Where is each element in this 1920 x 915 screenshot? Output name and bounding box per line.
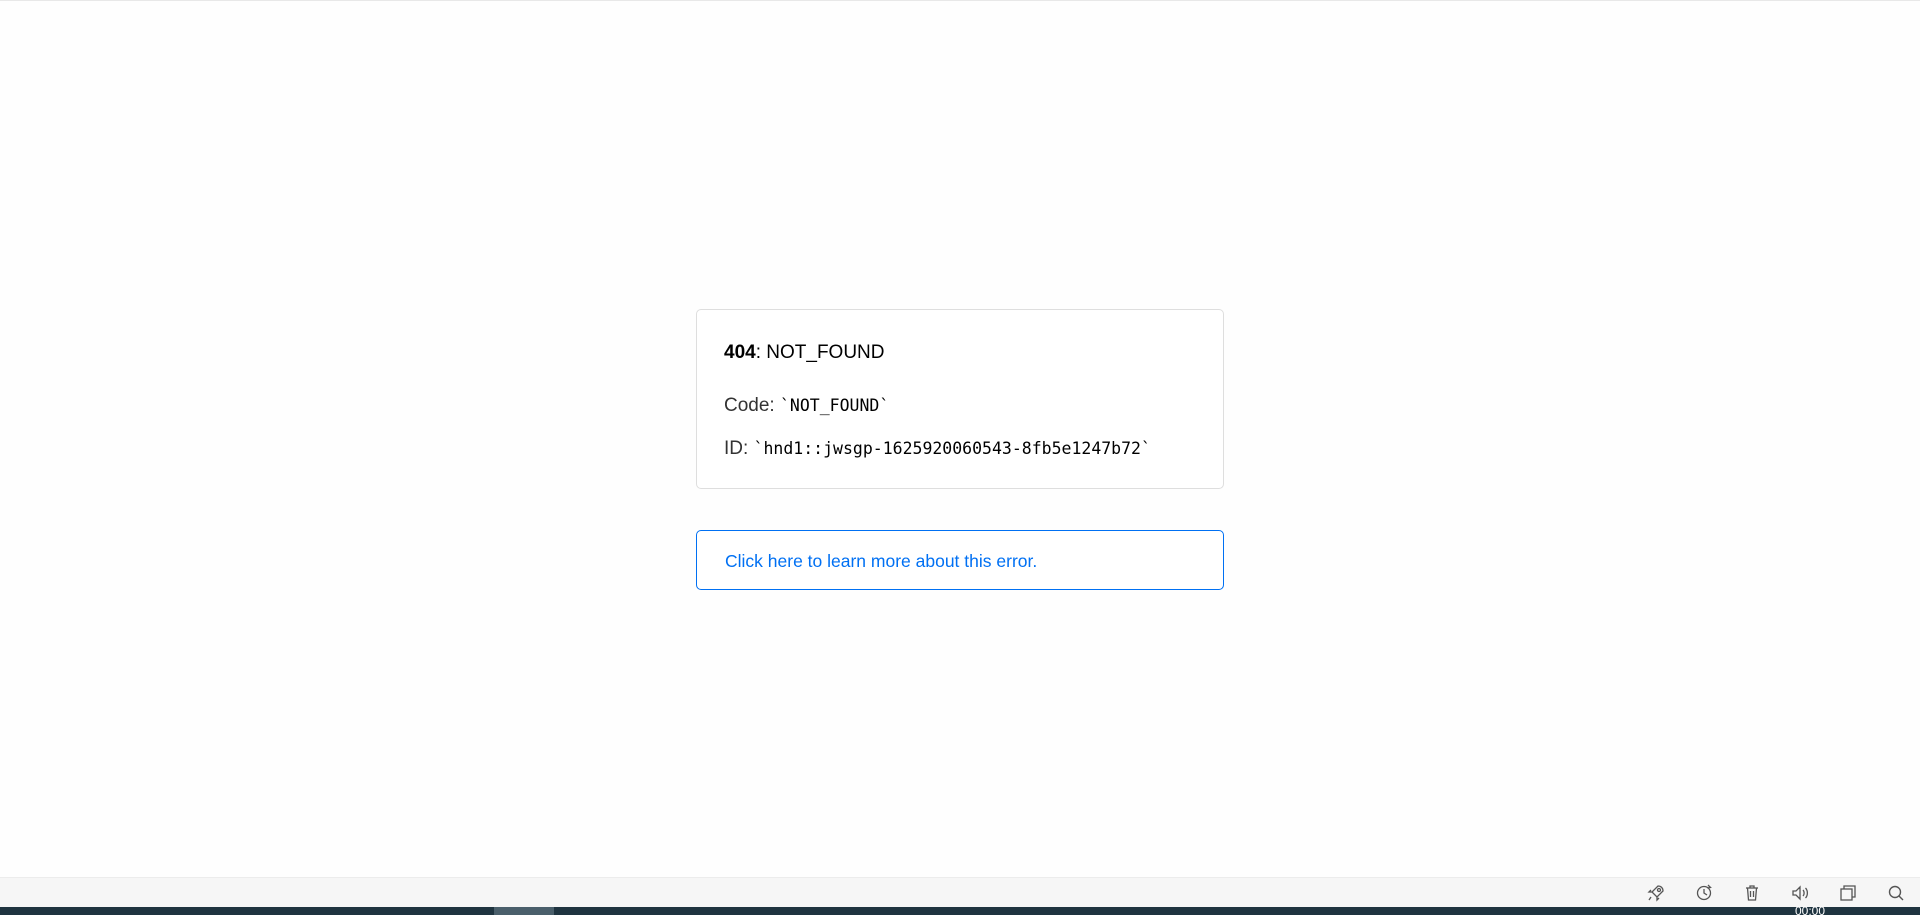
error-heading: 404: NOT_FOUND bbox=[724, 341, 885, 365]
error-code-line: Code: `NOT_FOUND` bbox=[724, 394, 889, 418]
learn-more-link[interactable]: Click here to learn more about this erro… bbox=[725, 550, 1037, 572]
error-card: 404: NOT_FOUND Code: `NOT_FOUND` ID: `hn… bbox=[696, 309, 1224, 489]
status-text: NOT_FOUND bbox=[766, 342, 885, 363]
taskbar-clock: 00:00 bbox=[1794, 904, 1825, 915]
trash-icon[interactable] bbox=[1728, 878, 1776, 908]
taskbar-icons bbox=[1632, 878, 1920, 908]
refresh-icon[interactable] bbox=[1680, 878, 1728, 908]
taskbar: 00:00 bbox=[0, 904, 1920, 915]
rocket-icon[interactable] bbox=[1632, 878, 1680, 908]
error-id-value: `hnd1::jwsgp-1625920060543-8fb5e1247b72` bbox=[753, 439, 1151, 458]
error-code-label: Code: bbox=[724, 395, 780, 416]
error-page: 404: NOT_FOUND Code: `NOT_FOUND` ID: `hn… bbox=[0, 0, 1920, 915]
window-icon[interactable] bbox=[1824, 878, 1872, 908]
search-icon[interactable] bbox=[1872, 878, 1920, 908]
error-code-value: `NOT_FOUND` bbox=[779, 396, 890, 415]
taskbar-tray bbox=[0, 877, 1920, 908]
status-separator: : bbox=[755, 342, 767, 363]
error-id-label: ID: bbox=[724, 438, 754, 459]
learn-more-box[interactable]: Click here to learn more about this erro… bbox=[696, 530, 1224, 590]
error-id-line: ID: `hnd1::jwsgp-1625920060543-8fb5e1247… bbox=[724, 437, 1151, 461]
taskbar-active-app[interactable] bbox=[494, 907, 554, 915]
status-code: 404 bbox=[724, 342, 756, 363]
